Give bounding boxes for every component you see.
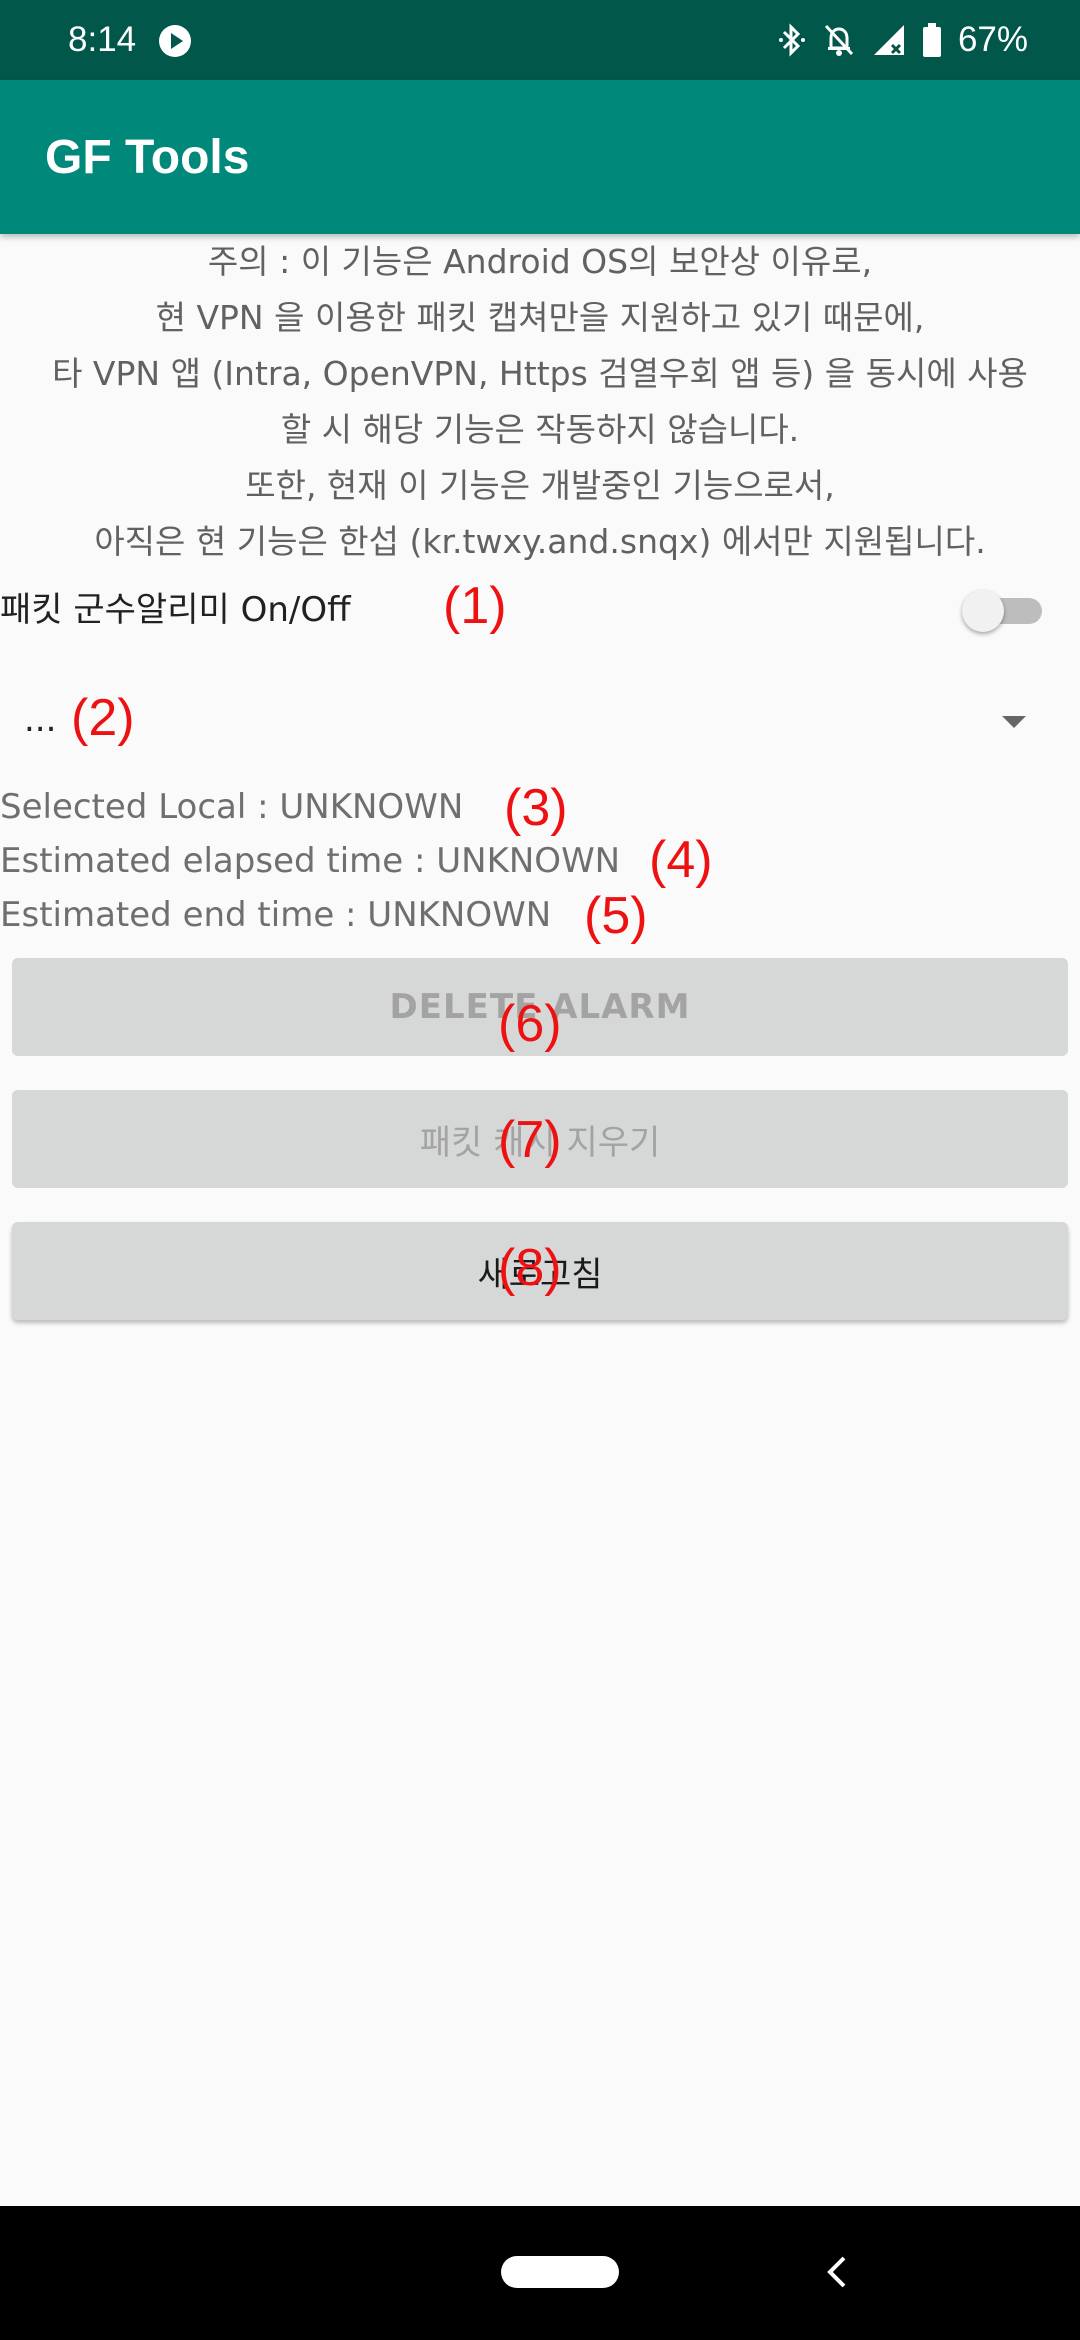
- app-title: GF Tools: [45, 131, 250, 184]
- home-pill-button[interactable]: [501, 2256, 619, 2288]
- end-time-text: Estimated end time : UNKNOWN: [0, 895, 552, 935]
- notice-text: 주의 : 이 기능은 Android OS의 보안상 이유로, 현 VPN 을 …: [0, 234, 1080, 570]
- elapsed-time-text: Estimated elapsed time : UNKNOWN: [0, 841, 621, 881]
- dropdown-value: ...: [24, 700, 57, 740]
- annotation-marker: (7): [498, 1111, 562, 1169]
- back-icon[interactable]: [822, 2252, 850, 2292]
- annotation-marker: (6): [498, 995, 562, 1053]
- notice-line: 현 VPN 을 이용한 패킷 캡쳐만을 지원하고 있기 때문에,: [155, 298, 925, 337]
- annotation-marker: (2): [71, 689, 135, 747]
- local-selector-dropdown[interactable]: ...: [0, 670, 1080, 770]
- notice-line: 또한, 현재 이 기능은 개발중인 기능으로서,: [245, 466, 835, 505]
- notice-line: 할 시 해당 기능은 작동하지 않습니다.: [280, 410, 800, 449]
- switch-thumb: [962, 590, 1004, 632]
- navigation-bar: [0, 2206, 1080, 2340]
- annotation-marker: (1): [443, 577, 507, 635]
- signal-icon: [872, 23, 906, 57]
- notice-line: 주의 : 이 기능은 Android OS의 보안상 이유로,: [207, 242, 873, 281]
- annotation-marker: (5): [584, 887, 648, 945]
- status-bar: 8:14 67%: [0, 0, 1080, 80]
- app-bar: GF Tools: [0, 80, 1080, 234]
- packet-alarm-toggle-label: 패킷 군수알리미 On/Off: [0, 590, 351, 630]
- battery-icon: [922, 23, 942, 57]
- packet-alarm-toggle-row: 패킷 군수알리미 On/Off: [0, 578, 1080, 642]
- play-icon: [158, 24, 192, 58]
- packet-alarm-switch[interactable]: [962, 590, 1050, 632]
- dropdown-arrow-icon: [1000, 714, 1028, 730]
- alarm-off-icon: [822, 22, 856, 58]
- annotation-marker: (8): [498, 1239, 562, 1297]
- status-time: 8:14: [68, 20, 137, 59]
- notice-line: 아직은 현 기능은 한섭 (kr.twxy.and.snqx) 에서만 지원됩니…: [94, 522, 986, 561]
- annotation-marker: (4): [649, 831, 713, 889]
- battery-percent: 67%: [957, 20, 1028, 59]
- bluetooth-icon: [778, 22, 806, 58]
- status-icons: 67%: [778, 18, 1028, 62]
- annotation-marker: (3): [504, 779, 568, 837]
- selected-local-text: Selected Local : UNKNOWN: [0, 787, 464, 827]
- notice-line: 타 VPN 앱 (Intra, OpenVPN, Https 검열우회 앱 등)…: [52, 354, 1028, 393]
